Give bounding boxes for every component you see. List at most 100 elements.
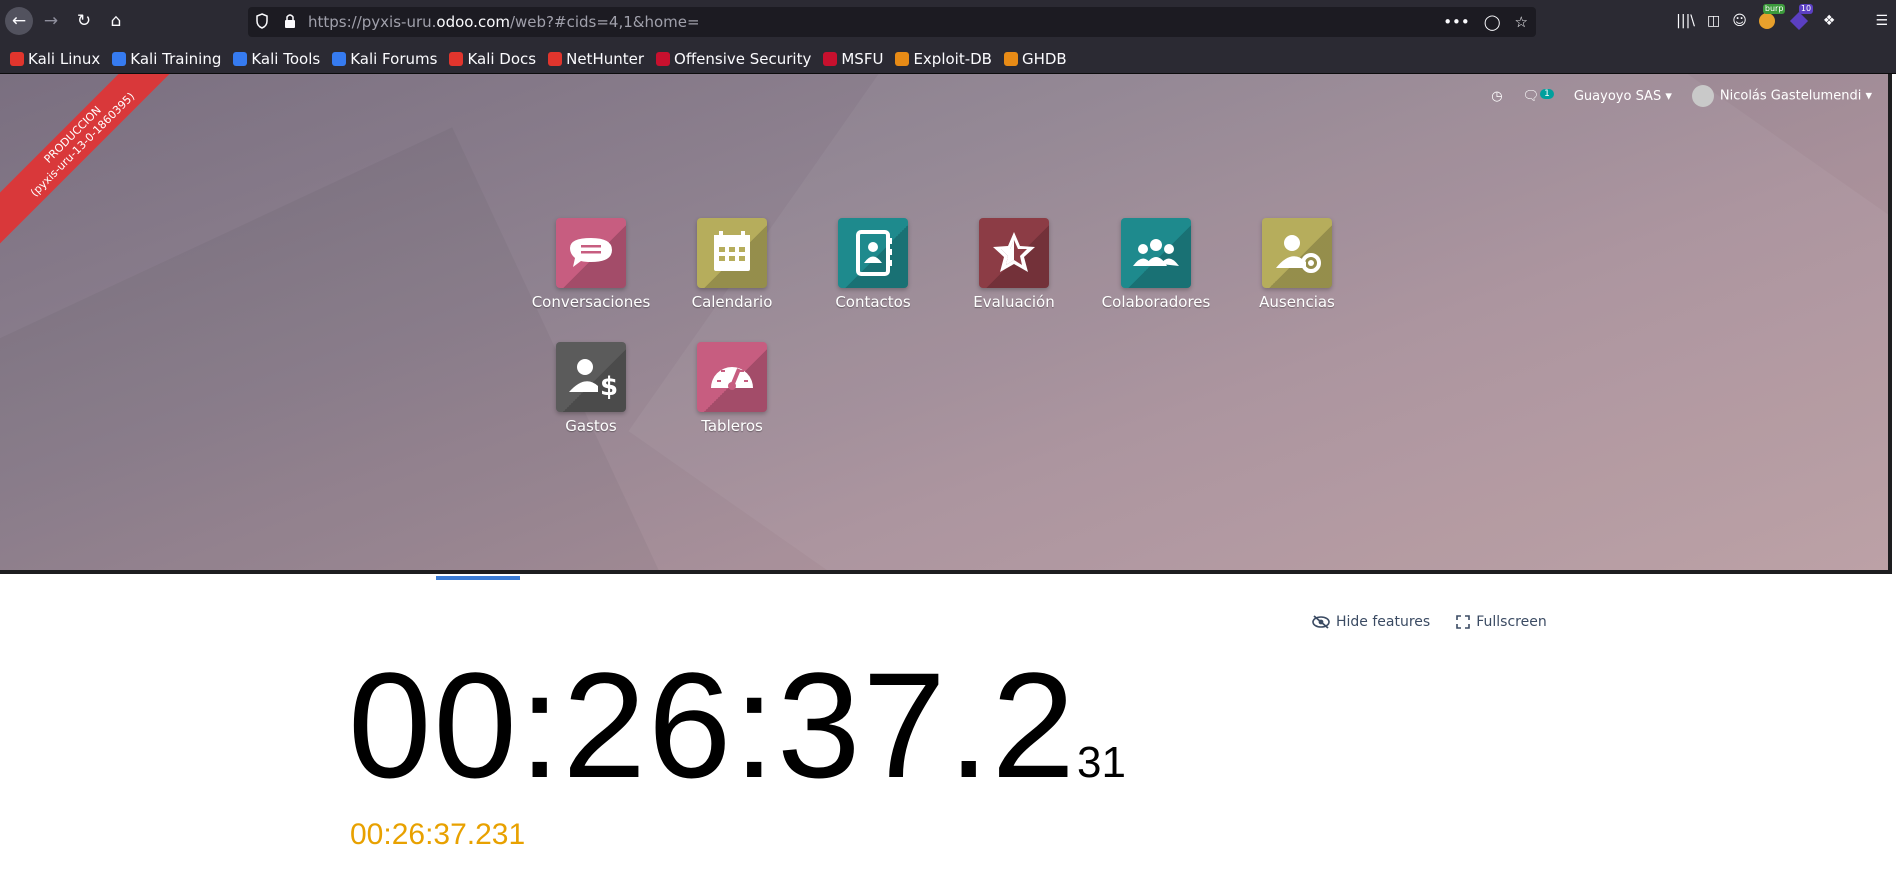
- environment-ribbon: PRODUCCION (pyxis-uru-13-0-1860395): [0, 74, 197, 259]
- bookmark-star-icon[interactable]: ☆: [1515, 11, 1528, 33]
- back-icon[interactable]: ←: [5, 7, 33, 35]
- app-label: Conversaciones: [531, 293, 651, 311]
- app-label: Ausencias: [1259, 293, 1335, 311]
- app-label: Calendario: [691, 293, 773, 311]
- messages-badge: 1: [1540, 88, 1554, 99]
- extension-count-badge: 10: [1798, 4, 1814, 14]
- bookmark-label: Kali Training: [130, 49, 222, 68]
- fullscreen-label: Fullscreen: [1476, 614, 1547, 630]
- bookmark-exploit-db[interactable]: Exploit-DB: [895, 50, 992, 68]
- burp-badge: burp: [1762, 4, 1786, 14]
- library-icon[interactable]: |||\: [1676, 10, 1695, 32]
- bookmark-msfu[interactable]: MSFU: [823, 50, 883, 68]
- burp-extension-icon[interactable]: burp: [1758, 4, 1786, 30]
- company-switcher[interactable]: Guayoyo SAS ▾: [1574, 89, 1672, 104]
- activity-clock-icon[interactable]: ◷: [1491, 89, 1502, 104]
- bookmark-kali-tools[interactable]: Kali Tools: [233, 50, 320, 68]
- stopwatch-display: 00:26:37.231: [348, 650, 1126, 838]
- shield-icon: [256, 13, 268, 29]
- bookmark-favicon-icon: [10, 51, 24, 66]
- bookmark-ghdb[interactable]: GHDB: [1003, 49, 1067, 68]
- menu-icon[interactable]: ☰: [1875, 10, 1888, 32]
- gauge-icon: [697, 342, 767, 412]
- fullscreen-button[interactable]: Fullscreen: [1456, 614, 1547, 630]
- address-book-icon: [838, 218, 908, 288]
- hide-features-button[interactable]: Hide features: [1312, 614, 1430, 630]
- caret-down-icon: ▾: [1665, 88, 1672, 104]
- app-label: Gastos: [565, 417, 617, 435]
- stopwatch-secondary: 00:26:37.231: [350, 818, 526, 851]
- home-icon[interactable]: ⌂: [103, 8, 129, 34]
- bookmark-favicon-icon: [233, 51, 248, 66]
- active-tab-indicator: [436, 576, 520, 580]
- reload-icon[interactable]: ↻: [71, 8, 97, 34]
- lock-icon: [285, 14, 295, 28]
- bookmark-nethunter[interactable]: NetHunter: [548, 50, 644, 68]
- odoo-home-menu: PRODUCCION (pyxis-uru-13-0-1860395) ◷ 🗨 1…: [0, 74, 1892, 574]
- bookmark-favicon-icon: [656, 51, 671, 66]
- forward-icon[interactable]: →: [38, 8, 64, 34]
- eye-off-icon: [1312, 615, 1330, 629]
- bookmark-favicon-icon: [1003, 51, 1018, 66]
- svg-text:$: $: [600, 372, 618, 402]
- app-colaboradores[interactable]: Colaboradores: [1086, 218, 1226, 311]
- user-name: Nicolás Gastelumendi: [1719, 88, 1862, 104]
- puzzle-extension-icon[interactable]: ❖: [1823, 10, 1836, 32]
- account-icon[interactable]: ☺: [1732, 10, 1747, 32]
- calendar-icon: [697, 218, 767, 288]
- browser-toolbar: ← → ↻ ⌂ https://pyxis-uru.odoo.com/web?#…: [0, 0, 1896, 44]
- bookmark-label: NetHunter: [566, 49, 645, 68]
- app-ausencias[interactable]: Ausencias: [1227, 218, 1367, 311]
- star-icon: [979, 218, 1049, 288]
- url-text[interactable]: https://pyxis-uru.odoo.com/web?#cids=4,1…: [308, 13, 700, 31]
- ribbon-env-label: PRODUCCION: [41, 103, 104, 166]
- bookmark-label: Kali Forums: [350, 49, 438, 68]
- bookmark-label: GHDB: [1021, 49, 1067, 68]
- page-actions-icon[interactable]: •••: [1443, 11, 1470, 33]
- bookmark-kali-docs[interactable]: Kali Docs: [449, 50, 536, 68]
- user-dollar-icon: $: [556, 342, 626, 412]
- bookmark-favicon-icon: [895, 51, 910, 66]
- app-label: Tableros: [701, 417, 763, 435]
- page-controls: Hide features Fullscreen: [1312, 614, 1547, 630]
- bookmark-favicon-icon: [548, 51, 563, 66]
- chat-bubble-icon: 🗨: [1522, 88, 1540, 104]
- bookmark-label: Kali Linux: [28, 49, 101, 68]
- hide-features-label: Hide features: [1336, 614, 1431, 630]
- fullscreen-icon: [1456, 615, 1471, 629]
- bookmark-kali-training[interactable]: Kali Training: [112, 50, 221, 68]
- bookmark-kali-linux[interactable]: Kali Linux: [10, 50, 100, 68]
- messaging-menu[interactable]: 🗨 1: [1522, 88, 1554, 104]
- app-tableros[interactable]: Tableros: [662, 342, 802, 435]
- bookmark-favicon-icon: [823, 51, 838, 66]
- bookmark-offensive-security[interactable]: Offensive Security: [656, 50, 811, 68]
- app-contactos[interactable]: Contactos: [803, 218, 943, 311]
- app-calendario[interactable]: Calendario: [662, 218, 802, 311]
- company-name: Guayoyo SAS: [1573, 88, 1662, 104]
- bookmark-favicon-icon: [332, 51, 347, 66]
- chat-bubble-icon: [556, 218, 626, 288]
- app-conversaciones[interactable]: Conversaciones: [521, 218, 661, 311]
- bookmarks-bar: Kali Linux Kali Training Kali Tools Kali Fo…: [0, 44, 1896, 74]
- app-evaluacion[interactable]: Evaluación: [944, 218, 1084, 311]
- url-bar[interactable]: https://pyxis-uru.odoo.com/web?#cids=4,1…: [248, 7, 1536, 37]
- stopwatch-main: 00:26:37.2: [348, 641, 1077, 809]
- stopwatch-milliseconds: 31: [1076, 738, 1126, 787]
- bookmark-favicon-icon: [449, 51, 464, 66]
- app-gastos[interactable]: $ Gastos: [521, 342, 661, 435]
- sidebar-icon[interactable]: ◫: [1707, 10, 1720, 32]
- pocket-icon[interactable]: ◯: [1484, 11, 1501, 33]
- extension-icon[interactable]: 10: [1789, 4, 1814, 31]
- app-label: Colaboradores: [1101, 293, 1211, 311]
- user-menu[interactable]: Nicolás Gastelumendi ▾: [1691, 85, 1872, 107]
- team-icon: [1121, 218, 1191, 288]
- bookmark-favicon-icon: [112, 51, 127, 66]
- bookmark-label: Kali Tools: [251, 49, 321, 68]
- bookmark-kali-forums[interactable]: Kali Forums: [332, 50, 437, 68]
- app-label: Contactos: [835, 293, 911, 311]
- systray: ◷ 🗨 1 Guayoyo SAS ▾ Nicolás Gastelumendi …: [1491, 84, 1872, 108]
- bookmark-label: MSFU: [841, 49, 884, 68]
- bookmark-label: Kali Docs: [467, 49, 537, 68]
- avatar: [1691, 85, 1714, 107]
- app-label: Evaluación: [973, 293, 1055, 311]
